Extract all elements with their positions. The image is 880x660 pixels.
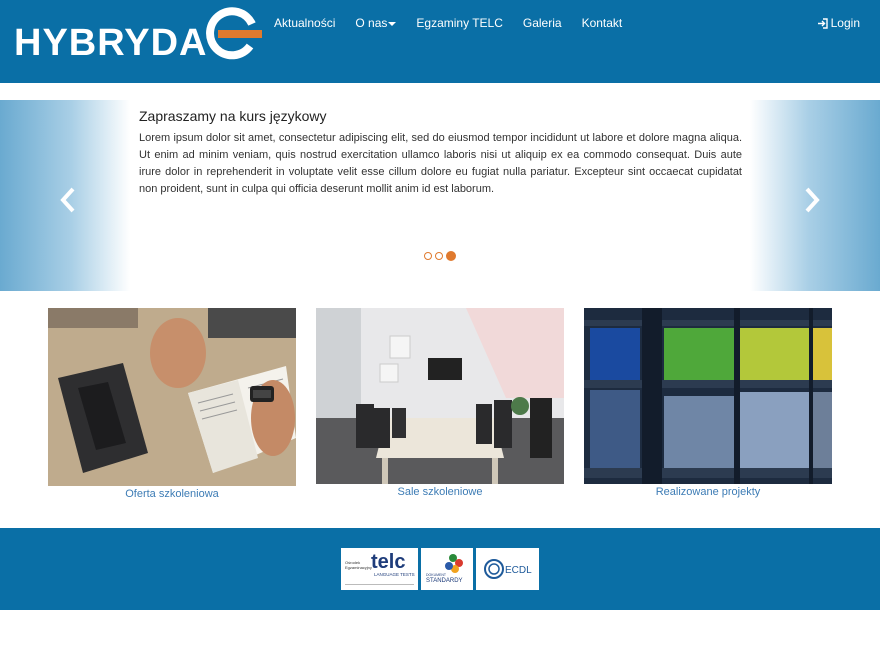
card-label[interactable]: Sale szkoleniowe [316, 486, 564, 498]
ecdl-badge[interactable]: ECDL [476, 548, 539, 590]
carousel-indicator[interactable] [435, 252, 443, 260]
nav-item-galeria[interactable]: Galeria [513, 14, 572, 32]
svg-text:STANDARDY: STANDARDY [426, 578, 463, 584]
card-image-binders [584, 308, 832, 484]
login-icon [817, 17, 828, 29]
chevron-left-icon[interactable] [58, 186, 78, 214]
nav-item-kontakt[interactable]: Kontakt [572, 14, 633, 32]
main-nav: Aktualności O nas Egzaminy TELC Galeria … [264, 14, 632, 32]
logo-wordmark: HYBRYDA [14, 22, 208, 64]
card-sale[interactable]: Sale szkoleniowe [316, 308, 564, 498]
card-image-desk [48, 308, 296, 486]
nav-item-egzaminy-telc[interactable]: Egzaminy TELC [406, 14, 512, 32]
chevron-right-icon[interactable] [802, 186, 822, 214]
logo-e-icon [206, 7, 262, 60]
login-label: Login [830, 16, 860, 30]
hero-carousel: Zapraszamy na kurs językowy Lorem ipsum … [0, 100, 880, 291]
navbar: HYBRYDA Aktualności O nas Egzaminy TELC … [0, 0, 880, 83]
card-label[interactable]: Oferta szkoleniowa [48, 488, 296, 500]
card-label[interactable]: Realizowane projekty [584, 486, 832, 498]
carousel-title: Zapraszamy na kurs językowy [139, 108, 327, 124]
svg-text:DOKUMENT: DOKUMENT [426, 573, 447, 577]
svg-text:Egzaminacyjny: Egzaminacyjny [345, 565, 372, 570]
login-link[interactable]: Login [817, 16, 860, 30]
carousel-indicator[interactable] [424, 252, 432, 260]
ecdl-logo-text: ECDL [505, 565, 532, 576]
nav-item-o-nas-label: O nas [355, 16, 388, 30]
card-oferta[interactable]: Oferta szkoleniowa [48, 308, 296, 500]
svg-text:LANGUAGE TESTS: LANGUAGE TESTS [374, 572, 415, 577]
card-projekty[interactable]: Realizowane projekty [584, 308, 832, 498]
footer: Ośrodek Egzaminacyjny telc LANGUAGE TEST… [0, 528, 880, 610]
telc-logo-text: telc [371, 551, 405, 573]
caret-down-icon [388, 21, 397, 26]
carousel-caption: Zapraszamy na kurs językowy Lorem ipsum … [139, 108, 742, 198]
carousel-text: Lorem ipsum dolor sit amet, consectetur … [139, 132, 742, 195]
nav-item-o-nas[interactable]: O nas [345, 14, 406, 32]
card-image-room [316, 308, 564, 484]
carousel-indicator-active[interactable] [446, 251, 456, 261]
carousel-indicators [424, 251, 456, 261]
standardy-badge[interactable]: DOKUMENT STANDARDY [421, 548, 473, 590]
hybryda-logo[interactable]: HYBRYDA [14, 4, 264, 64]
telc-badge[interactable]: Ośrodek Egzaminacyjny telc LANGUAGE TEST… [341, 548, 418, 590]
nav-item-aktualnosci[interactable]: Aktualności [264, 14, 345, 32]
